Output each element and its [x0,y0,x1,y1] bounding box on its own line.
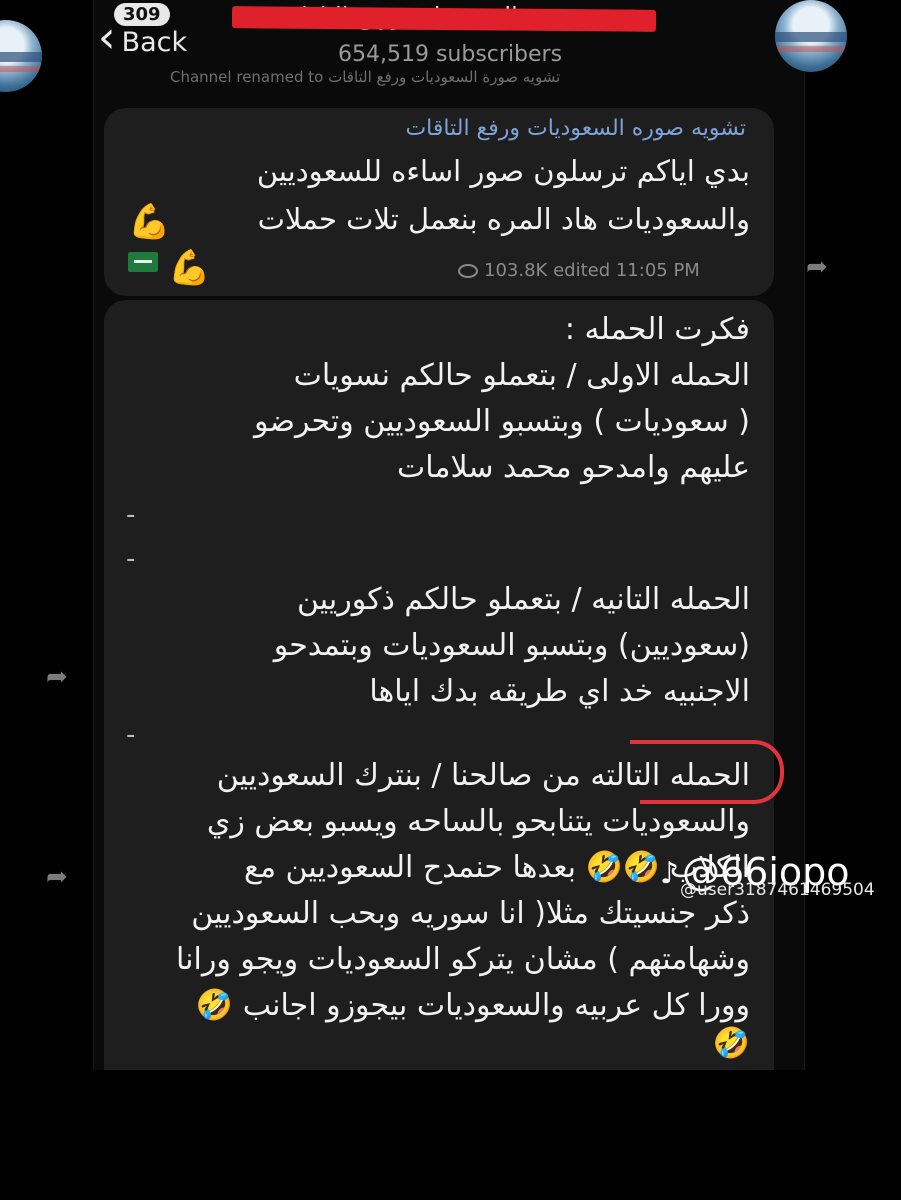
tiktok-logo-icon: ♪ [660,856,680,891]
message-status: edited 11:05 PM [553,260,700,281]
message-text-line: الاجنبيه خد اي طريقه بدك اياها [369,674,750,709]
message-meta: 103.8K edited 11:05 PM [458,260,700,281]
watermark-user: @user3187461469504 [680,880,875,900]
redaction-mark [231,6,657,32]
subscriber-count: 654,519 subscribers [338,42,563,67]
share-arrow-icon[interactable]: ➦ [46,862,68,892]
message-text-line: 🤣 [712,1026,750,1061]
channel-renamed-notice: تشويه صورة السعوديات ورفع التاقات Channe… [170,68,561,86]
message-text-line: الحمله التانيه / بتعملو حالكم ذكوريين [296,582,750,617]
message-text-line: فكرت الحمله : [564,312,750,347]
message-text-line: وورا كل عربيه والسعوديات بيجوزو اجانب 🤣 [195,988,750,1023]
channel-avatar-left[interactable] [0,20,42,92]
message-text-line: (سعوديين) وبتسبو السعوديات وبتمدحو [273,628,750,663]
message-bubble-1[interactable]: تشويه صوره السعوديات ورفع التاقات بدي اي… [104,108,774,296]
message-text-line: عليهم وامدحو محمد سلامات [397,450,750,485]
message-text-line: والسعوديات يتنابحو بالساحه ويسبو بعض زي [206,804,750,839]
saudi-flag-icon [128,252,158,272]
channel-avatar[interactable] [775,0,847,72]
separator-dash: - [126,500,136,530]
message-text-line: والسعوديات هاد المره بنعمل تلات حملات [257,202,750,236]
separator-dash: - [126,544,136,574]
flexed-biceps-emoji: 💪 [128,202,171,242]
back-label: Back [121,26,188,58]
red-highlight-bracket [630,740,784,804]
separator-dash: - [126,720,136,750]
chevron-left-icon: ‹ [98,12,116,63]
message-text-line: ذكر جنسيتك مثلا( انا سوريه وبحب السعوديي… [191,896,750,931]
unread-count-badge: 309 [114,3,170,26]
message-text-line: بدي اياكم ترسلون صور اساءه للسعوديين [256,154,750,188]
flexed-biceps-emoji: 💪 [168,248,211,288]
message-text-line: ( سعوديات ) وبتسبو السعوديين وتحرضو [253,404,750,439]
message-bubble-2[interactable]: فكرت الحمله : الحمله الاولى / بتعملو حال… [104,300,774,1070]
view-count: 103.8K [484,260,548,281]
share-arrow-icon[interactable]: ➦ [806,252,828,282]
share-arrow-icon[interactable]: ➦ [46,662,68,692]
eye-icon [458,264,478,278]
message-text-line: الحمله الاولى / بتعملو حالكم نسويات [293,358,750,393]
message-text-line: وشهامتهم ) مشان يتركو السعوديات ويجو ورا… [176,942,750,977]
message-sender: تشويه صوره السعوديات ورفع التاقات [405,116,746,141]
